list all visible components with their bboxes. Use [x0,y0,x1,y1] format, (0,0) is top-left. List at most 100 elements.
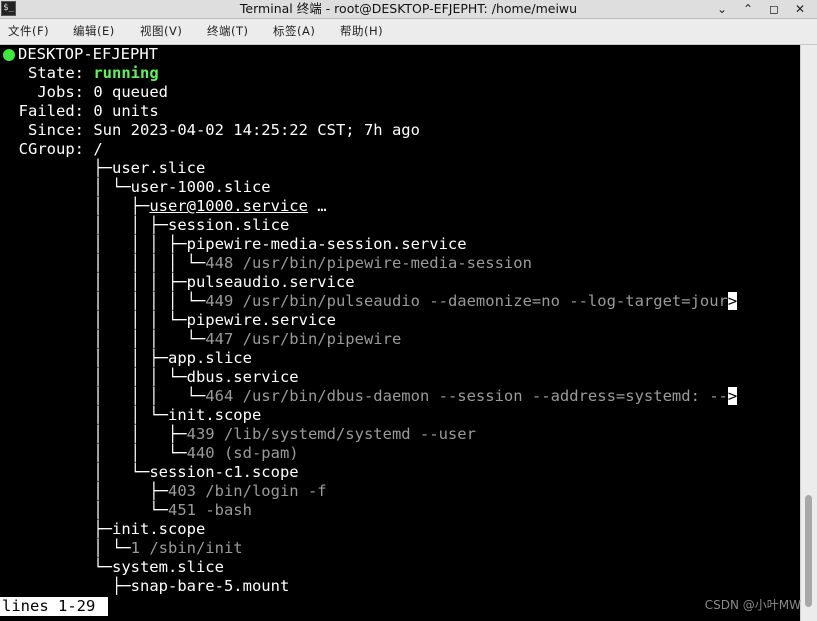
tree-unit-name: dbus.service [186,368,299,386]
cgroup-label: CGroup: [0,140,94,158]
since-label: Since: [0,121,94,139]
since-line: Since: Sun 2023-04-02 14:25:22 CST; 7h a… [0,121,420,140]
tree-branch: │ │ ├─ [0,349,168,367]
tree-branch: │ ├─ [0,482,168,500]
tree-unit-name: init.scope [167,406,262,424]
menu-bar: 文件(F) 编辑(E) 视图(V) 终端(T) 标签(A) 帮助(H) [0,19,817,45]
tree-line: │ │ ├─439 /lib/systemd/systemd --user [0,425,476,444]
tree-line: │ │ ├─app.slice [0,349,252,368]
title-bar[interactable]: $_ Terminal 终端 - root@DESKTOP-EFJEPHT: /… [0,0,817,19]
tree-line: │ │ │ ├─pulseaudio.service [0,273,355,292]
tree-branch: │ ├─ [0,197,150,215]
cgroup-value: / [93,140,103,158]
pager-status: lines 1-29 [0,597,108,616]
tree-line: │ │ │ │ └─448 /usr/bin/pipewire-media-se… [0,254,532,273]
jobs-label: Jobs: [0,83,94,101]
tree-branch: │ │ │ │ └─ [0,292,206,310]
tree-line: │ │ └─init.scope [0,406,261,425]
tree-line: │ │ │ ├─pipewire-media-session.service [0,235,467,254]
watermark: CSDN @小叶MW [704,598,801,612]
scrollbar[interactable] [800,45,817,621]
tree-unit-name: app.slice [167,349,252,367]
tree-process: 403 /bin/login -f [167,482,327,500]
tree-line: │ └─1 /sbin/init [0,539,242,558]
tree-process: 439 /lib/systemd/systemd --user [186,425,476,443]
tree-branch: │ │ └─ [0,444,187,462]
jobs-line: Jobs: 0 queued [0,83,168,102]
menu-help[interactable]: 帮助(H) [340,19,383,44]
restore-chevron-icon[interactable]: ⌃ [735,0,761,18]
tree-unit-name: pulseaudio.service [186,273,355,291]
tree-unit-name: user@1000.service [149,197,308,215]
scrollbar-thumb[interactable] [805,495,812,607]
tree-line: │ │ │ └─pipewire.service [0,311,336,330]
tree-branch: └─ [0,558,112,576]
tree-unit-name: pipewire.service [186,311,336,329]
menu-view[interactable]: 视图(V) [140,19,182,44]
tree-branch: │ │ │ └─ [0,311,187,329]
tree-process: 451 -bash [167,501,252,519]
state-value: running [93,64,159,82]
tree-line: ├─snap-bare-5.mount [0,577,289,596]
tree-branch: │ │ │ ├─ [0,273,187,291]
tree-process: 449 /usr/bin/pulseaudio --daemonize=no -… [205,292,728,310]
tree-unit-name: user-1000.slice [130,178,271,196]
maximize-icon[interactable]: ◻ [761,0,787,18]
tree-branch: │ │ │ └─ [0,387,206,405]
line-overflow-marker: > [727,387,738,405]
tree-branch: │ │ │ ├─ [0,235,187,253]
state-label: State: [0,64,94,82]
menu-edit[interactable]: 编辑(E) [73,19,115,44]
close-icon[interactable]: ✕ [787,0,813,18]
tree-line: │ │ ├─session.slice [0,216,289,235]
tree-line: │ └─user-1000.slice [0,178,271,197]
jobs-value: 0 queued [93,83,168,101]
state-line: State: running [0,64,159,83]
tree-unit-name: session.slice [167,216,290,234]
window-title: Terminal 终端 - root@DESKTOP-EFJEPHT: /hom… [239,1,578,16]
tree-branch: │ │ │ └─ [0,368,187,386]
tree-line: │ │ └─440 (sd-pam) [0,444,299,463]
tree-branch: │ └─ [0,501,168,519]
line-overflow-marker: > [727,292,738,310]
minimize-chevron-icon[interactable]: ⌄ [709,0,735,18]
failed-label: Failed: [0,102,94,120]
tree-process: 448 /usr/bin/pipewire-media-session [205,254,532,272]
tree-branch: ├─ [0,159,112,177]
tree-unit-name: session-c1.scope [149,463,299,481]
tree-branch: │ └─ [0,178,131,196]
tree-line: ├─init.scope [0,520,205,539]
menu-file[interactable]: 文件(F) [8,19,49,44]
host-line: DESKTOP-EFJEPHT [18,45,158,63]
tree-line: └─system.slice [0,558,224,577]
tree-process: 440 (sd-pam) [186,444,299,462]
window-controls: ⌄ ⌃ ◻ ✕ [709,0,813,18]
failed-line: Failed: 0 units [0,102,159,121]
tree-branch: │ └─ [0,463,150,481]
failed-value: 0 units [93,102,159,120]
tree-line: ├─user.slice [0,159,205,178]
menu-terminal[interactable]: 终端(T) [207,19,249,44]
tree-branch: │ │ ├─ [0,216,168,234]
tree-unit-name: system.slice [111,558,224,576]
tree-line: │ │ │ └─447 /usr/bin/pipewire [0,330,401,349]
tree-branch: │ │ │ │ └─ [0,254,206,272]
menu-tabs[interactable]: 标签(A) [273,19,315,44]
terminal-output[interactable]: DESKTOP-EFJEPHT State: running Jobs: 0 q… [0,45,800,621]
tree-line: │ └─451 -bash [0,501,252,520]
tree-unit-name: init.scope [111,520,206,538]
tree-unit-name: snap-bare-5.mount [130,577,290,595]
tree-branch: │ │ │ └─ [0,330,206,348]
since-value: Sun 2023-04-02 14:25:22 CST; 7h ago [93,121,420,139]
status-dot-icon [3,49,15,61]
tree-unit-name: pipewire-media-session.service [186,235,467,253]
tree-branch: │ └─ [0,539,131,557]
tree-unit-name: user.slice [111,159,206,177]
tree-line: │ │ │ └─dbus.service [0,368,299,387]
cgroup-line: CGroup: / [0,140,103,159]
tree-branch: │ │ ├─ [0,425,187,443]
tree-line: │ │ │ └─464 /usr/bin/dbus-daemon --sessi… [0,387,738,406]
tree-process: 447 /usr/bin/pipewire [205,330,402,348]
tree-branch: ├─ [0,520,112,538]
tree-process: 464 /usr/bin/dbus-daemon --session --add… [205,387,728,405]
